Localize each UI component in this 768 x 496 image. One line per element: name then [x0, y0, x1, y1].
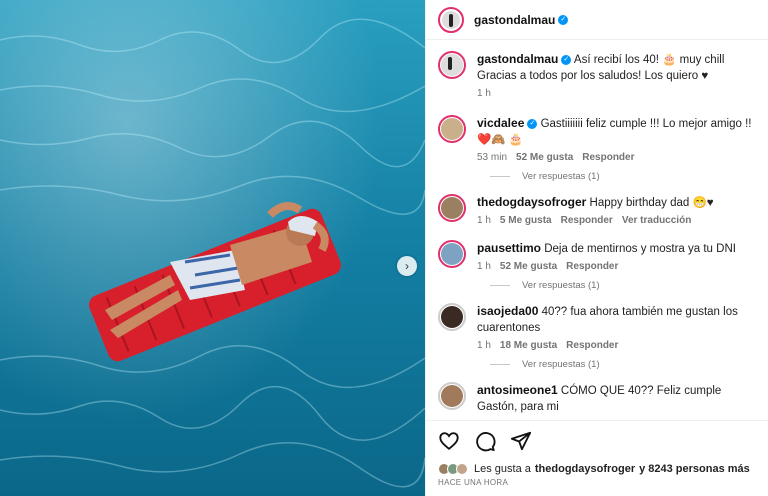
heart-icon[interactable] [438, 430, 460, 452]
comment-time[interactable]: 1 h [477, 215, 491, 226]
comment-likes[interactable]: 52 Me gusta [500, 261, 557, 272]
comment-username[interactable]: thedogdaysofroger [477, 195, 586, 209]
comment-likes[interactable]: 18 Me gusta [500, 340, 557, 351]
translate-button[interactable]: Ver traducción [622, 215, 691, 226]
comment-username[interactable]: pausettimo [477, 241, 541, 255]
post-side-panel: gastondalmau ✓ gastondalmau ✓ Así recibí … [425, 0, 768, 496]
author-avatar[interactable] [438, 51, 466, 79]
likes-summary[interactable]: Les gusta a thedogdaysofroger y 8243 per… [438, 463, 757, 475]
reply-button[interactable]: Responder [561, 215, 613, 226]
comment-username[interactable]: isaojeda00 [477, 304, 538, 318]
likes-user[interactable]: thedogdaysofroger [535, 463, 635, 475]
commenter-avatar[interactable] [438, 382, 466, 410]
comment-time[interactable]: 1 h [477, 261, 491, 272]
commenter-avatar[interactable] [438, 115, 466, 143]
post-caption: gastondalmau ✓ Así recibí los 40! 🎂 muy c… [438, 51, 757, 99]
liker-avatar [456, 463, 468, 475]
comment-icon[interactable] [474, 430, 496, 452]
comment-username[interactable]: antosimeone1 [477, 383, 558, 397]
caption-username[interactable]: gastondalmau [477, 52, 558, 66]
commenter-avatar[interactable] [438, 194, 466, 222]
comment-text: Happy birthday dad 😁♥ [589, 197, 714, 209]
instagram-post-view: › gastondalmau ✓ gastondalmau ✓ Así recib… [0, 0, 768, 496]
comment-likes[interactable]: 52 Me gusta [516, 152, 573, 163]
comment-username[interactable]: vicdalee [477, 116, 524, 130]
verified-icon: ✓ [558, 14, 569, 25]
verified-icon: ✓ [561, 54, 572, 65]
comment-time[interactable]: 53 min [477, 152, 507, 163]
comment-likes[interactable]: 5 Me gusta [500, 215, 552, 226]
comment-text: Deja de mentirnos y mostra ya tu DNI [544, 243, 736, 255]
post-header: gastondalmau ✓ [426, 0, 768, 40]
view-replies[interactable]: Ver respuestas (1) [490, 359, 757, 370]
chevron-right-icon[interactable]: › [397, 256, 417, 276]
post-photo[interactable]: › [0, 0, 425, 496]
caption-line-2: Gracias a todos por los saludos! Los qui… [477, 70, 709, 82]
likes-prefix: Les gusta a [474, 463, 531, 475]
post-actions: Les gusta a thedogdaysofroger y 8243 per… [426, 420, 768, 487]
comment-item: vicdalee ✓ Gastiiiiiii feliz cumple !!! L… [438, 115, 757, 163]
share-icon[interactable] [510, 430, 532, 452]
view-replies[interactable]: Ver respuestas (1) [490, 171, 757, 182]
reply-button[interactable]: Responder [566, 261, 618, 272]
reply-button[interactable]: Responder [566, 340, 618, 351]
author-username[interactable]: gastondalmau [474, 13, 555, 27]
comment-item: antosimeone1 CÓMO QUE 40?? Feliz cumple … [438, 382, 757, 413]
caption-time[interactable]: 1 h [477, 88, 491, 99]
comment-item: isaojeda00 40?? fua ahora también me gus… [438, 303, 757, 351]
likes-count[interactable]: y 8243 personas más [639, 463, 750, 475]
post-time-ago: HACE UNA HORA [438, 478, 509, 487]
verified-icon: ✓ [527, 118, 538, 129]
pool-photo [0, 0, 425, 496]
commenter-avatar[interactable] [438, 303, 466, 331]
comment-item: thedogdaysofroger Happy birthday dad 😁♥ … [438, 194, 757, 226]
author-avatar[interactable] [438, 6, 464, 33]
reply-button[interactable]: Responder [582, 152, 634, 163]
comments-list[interactable]: gastondalmau ✓ Así recibí los 40! 🎂 muy c… [426, 41, 768, 413]
view-replies[interactable]: Ver respuestas (1) [490, 280, 757, 291]
comment-item: pausettimo Deja de mentirnos y mostra ya… [438, 240, 757, 272]
commenter-avatar[interactable] [438, 240, 466, 268]
caption-line-1: Así recibí los 40! 🎂 muy chill [573, 54, 725, 66]
comment-time[interactable]: 1 h [477, 340, 491, 351]
